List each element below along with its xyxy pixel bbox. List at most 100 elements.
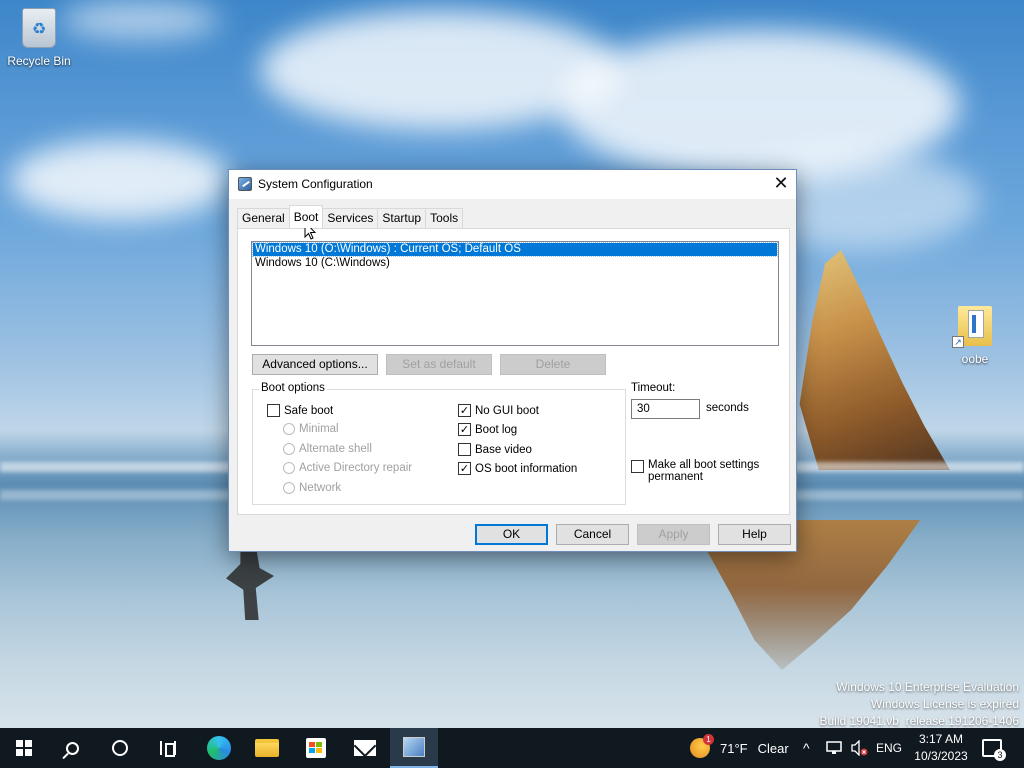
desktop-icon-label: oobe — [961, 352, 989, 366]
boot-log-checkbox[interactable]: ✓ Boot log — [458, 423, 517, 436]
volume-button[interactable] — [850, 728, 868, 768]
advanced-options-button[interactable]: Advanced options... — [252, 354, 378, 375]
network-button[interactable] — [826, 728, 842, 768]
boot-log-label: Boot log — [475, 423, 518, 436]
activation-watermark: Windows 10 Enterprise Evaluation Windows… — [820, 679, 1020, 730]
weather-badge: 1 — [703, 734, 714, 745]
tab-general[interactable]: General — [237, 208, 290, 228]
radio-dot — [283, 423, 295, 435]
os-list[interactable]: Windows 10 (O:\Windows) : Current OS; De… — [251, 241, 779, 346]
radio-label: Active Directory repair — [299, 462, 413, 474]
taskbar-edge[interactable] — [195, 728, 243, 768]
checkbox-box — [631, 460, 644, 473]
show-hidden-icons-button[interactable]: ^ — [803, 728, 810, 768]
recycle-bin-icon: ♻ — [22, 8, 56, 48]
start-button[interactable] — [0, 728, 48, 768]
no-gui-boot-checkbox[interactable]: ✓ No GUI boot — [458, 404, 539, 417]
radio-label: Network — [299, 482, 342, 494]
mail-icon — [354, 740, 376, 756]
radio-label: Alternate shell — [299, 443, 372, 455]
os-boot-information-label: OS boot information — [475, 462, 578, 475]
make-permanent-checkbox[interactable]: Make all boot settings permanent — [631, 459, 781, 483]
tab-strip: General Boot Services Startup Tools — [237, 205, 464, 228]
timeout-unit: seconds — [706, 402, 749, 414]
os-list-item[interactable]: Windows 10 (O:\Windows) : Current OS; De… — [252, 242, 778, 257]
taskbar-file-explorer[interactable] — [243, 728, 291, 768]
timeout-input[interactable]: 30 — [631, 399, 700, 419]
system-configuration-icon — [403, 737, 425, 757]
task-view-icon — [160, 741, 176, 757]
boot-options-title: Boot options — [259, 382, 327, 394]
radio-alternate-shell[interactable]: Alternate shell — [283, 443, 372, 455]
clock-time: 3:17 AM — [918, 732, 963, 746]
system-configuration-icon — [238, 177, 252, 191]
base-video-checkbox[interactable]: Base video — [458, 443, 532, 456]
title-bar[interactable]: System Configuration ✕ — [229, 170, 796, 199]
apply-button[interactable]: Apply — [637, 524, 710, 545]
tab-boot[interactable]: Boot — [288, 205, 324, 228]
tab-services[interactable]: Services — [322, 208, 379, 228]
notification-icon: 3 — [982, 739, 1006, 761]
radio-network[interactable]: Network — [283, 482, 341, 494]
desktop-icon-oobe[interactable]: ↗ oobe — [946, 306, 1004, 366]
folder-shortcut-icon: ↗ — [952, 306, 992, 348]
chevron-up-icon: ^ — [803, 740, 810, 756]
close-button[interactable]: ✕ — [766, 170, 796, 199]
radio-dot — [283, 482, 295, 494]
taskbar-system-configuration[interactable] — [390, 728, 438, 768]
desktop-icon-recycle-bin[interactable]: ♻ Recycle Bin — [4, 8, 74, 68]
system-configuration-dialog: System Configuration ✕ General Boot Serv… — [228, 169, 797, 552]
checkbox-box — [267, 404, 280, 417]
radio-active-directory-repair[interactable]: Active Directory repair — [283, 462, 412, 474]
language-indicator: ENG — [876, 741, 903, 755]
tab-tools[interactable]: Tools — [425, 208, 464, 228]
checkbox-box: ✓ — [458, 404, 471, 417]
rock-formation — [799, 250, 950, 470]
ok-button[interactable]: OK — [475, 524, 548, 545]
dialog-title: System Configuration — [258, 177, 373, 191]
os-list-item[interactable]: Windows 10 (C:\Windows) — [253, 257, 777, 270]
delete-button[interactable]: Delete — [500, 354, 606, 375]
store-icon — [306, 738, 326, 758]
cortana-button[interactable] — [96, 728, 144, 768]
weather-condition: Clear — [757, 740, 789, 756]
weather-widget[interactable]: 1 71°F Clear — [690, 728, 789, 768]
action-center-button[interactable]: 3 — [982, 728, 1006, 768]
checkbox-box: ✓ — [458, 462, 471, 475]
language-button[interactable]: ENG — [876, 728, 902, 768]
radio-minimal[interactable]: Minimal — [283, 423, 339, 435]
boot-options-group: Boot options Safe boot Minimal Alternate… — [252, 382, 626, 505]
clock-button[interactable]: 3:17 AM 10/3/2023 — [910, 728, 972, 768]
search-icon — [65, 741, 79, 755]
network-icon — [826, 741, 842, 754]
no-gui-boot-label: No GUI boot — [475, 404, 539, 417]
boot-tab-panel: Windows 10 (O:\Windows) : Current OS; De… — [237, 228, 790, 515]
checkbox-box — [458, 443, 471, 456]
watermark-edition: Windows 10 Enterprise Evaluation — [836, 680, 1019, 694]
help-button[interactable]: Help — [718, 524, 791, 545]
set-as-default-button[interactable]: Set as default — [386, 354, 492, 375]
volume-muted-icon — [851, 740, 868, 756]
person-reflection — [226, 540, 274, 620]
checkbox-box: ✓ — [458, 423, 471, 436]
timeout-label: Timeout: — [631, 382, 676, 394]
folder-icon — [255, 739, 279, 757]
radio-dot — [283, 462, 295, 474]
base-video-label: Base video — [475, 443, 532, 456]
taskbar-store[interactable] — [292, 728, 340, 768]
taskbar-mail[interactable] — [341, 728, 389, 768]
desktop-icon-label: Recycle Bin — [7, 54, 71, 68]
clock-date: 10/3/2023 — [914, 749, 968, 763]
weather-moon-icon: 1 — [690, 734, 714, 758]
cancel-button[interactable]: Cancel — [556, 524, 629, 545]
edge-browser-icon — [207, 736, 231, 760]
notification-count: 3 — [994, 749, 1006, 761]
radio-label: Minimal — [299, 423, 339, 435]
tab-startup[interactable]: Startup — [377, 208, 427, 228]
safe-boot-checkbox[interactable]: Safe boot — [267, 404, 333, 417]
os-boot-information-checkbox[interactable]: ✓ OS boot information — [458, 462, 577, 475]
taskbar: 1 71°F Clear ^ ENG 3:17 AM 10/3/2023 3 — [0, 728, 1024, 768]
task-view-button[interactable] — [144, 728, 192, 768]
watermark-license: Windows License is expired — [870, 697, 1019, 711]
search-button[interactable] — [48, 728, 96, 768]
